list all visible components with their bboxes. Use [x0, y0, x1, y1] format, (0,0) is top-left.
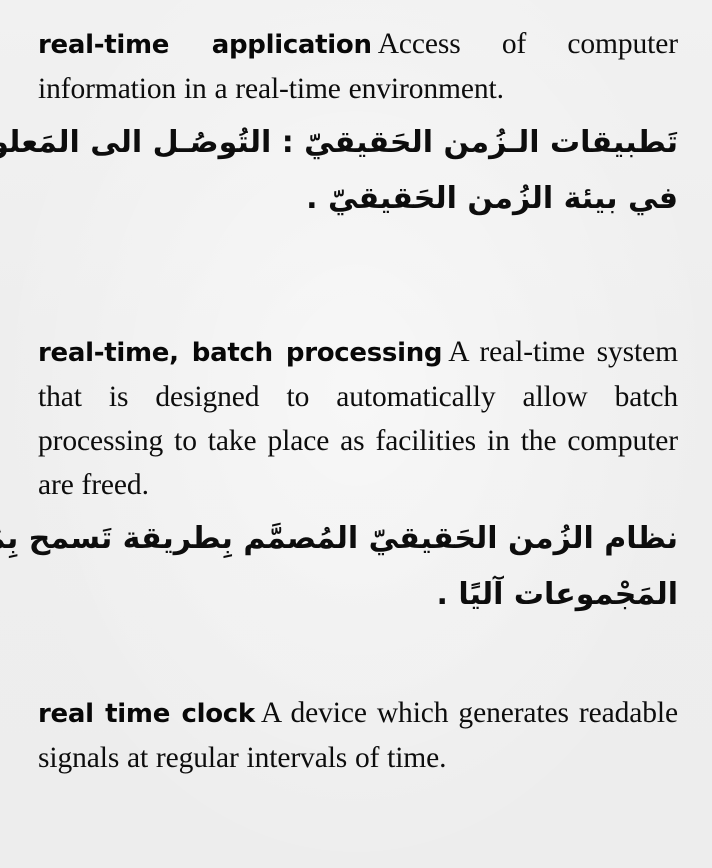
dictionary-entry: real-time application Access of computer … — [0, 22, 678, 227]
dictionary-entry: real time clock A device which generates … — [38, 691, 678, 780]
entry-arabic-line-2: المَجْموعات آليًا . — [436, 577, 678, 612]
entry-english-definition: real-time, batch processing A real-time s… — [38, 330, 678, 507]
entry-arabic-line-2: في بيئة الزُمن الحَقيقيّ . — [306, 181, 678, 216]
entry-arabic-definition: نظام الزُمن الحَقيقيّ المُصمَّم بِطريقة … — [0, 511, 678, 623]
entry-headword: real time clock — [38, 699, 255, 729]
entry-headword: real-time, batch processing — [38, 338, 443, 368]
entry-arabic-definition: تَطبيقات الـزُمن الحَقيقيّ : التُوصُـل ا… — [0, 115, 678, 227]
entry-english-definition: real-time application Access of computer … — [38, 22, 678, 111]
text-column: real-time application Access of computer … — [0, 0, 678, 868]
entry-english-definition: real time clock A device which generates … — [38, 691, 678, 780]
dictionary-entry: real-time, batch processing A real-time s… — [0, 330, 678, 623]
entry-arabic-line-1: نظام الزُمن الحَقيقيّ المُصمَّم بِطريقة … — [0, 521, 678, 556]
entry-headword: real-time application — [38, 30, 372, 60]
dictionary-page: real-time application Access of computer … — [0, 0, 712, 868]
entry-arabic-line-1: تَطبيقات الـزُمن الحَقيقيّ : التُوصُـل ا… — [0, 125, 678, 160]
